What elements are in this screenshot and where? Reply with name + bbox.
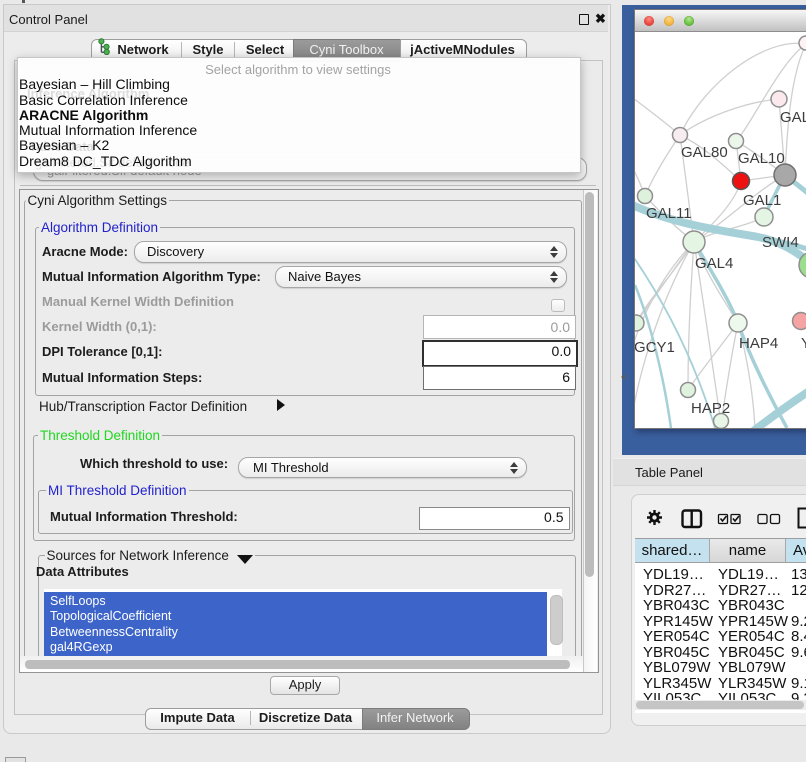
svg-text:GAL80: GAL80 bbox=[681, 144, 728, 161]
svg-text:GAL11: GAL11 bbox=[646, 205, 692, 222]
svg-text:YI: YI bbox=[801, 335, 806, 352]
svg-text:GCY1: GCY1 bbox=[635, 339, 675, 356]
svg-text:HAP4: HAP4 bbox=[739, 335, 778, 352]
svg-text:GAL10: GAL10 bbox=[738, 150, 785, 167]
svg-text:SWI4: SWI4 bbox=[762, 234, 799, 251]
svg-text:GAL4: GAL4 bbox=[695, 255, 733, 272]
svg-text:HAP2: HAP2 bbox=[691, 400, 730, 417]
svg-text:GAL1: GAL1 bbox=[743, 192, 781, 209]
svg-text:GAL2: GAL2 bbox=[780, 109, 806, 126]
